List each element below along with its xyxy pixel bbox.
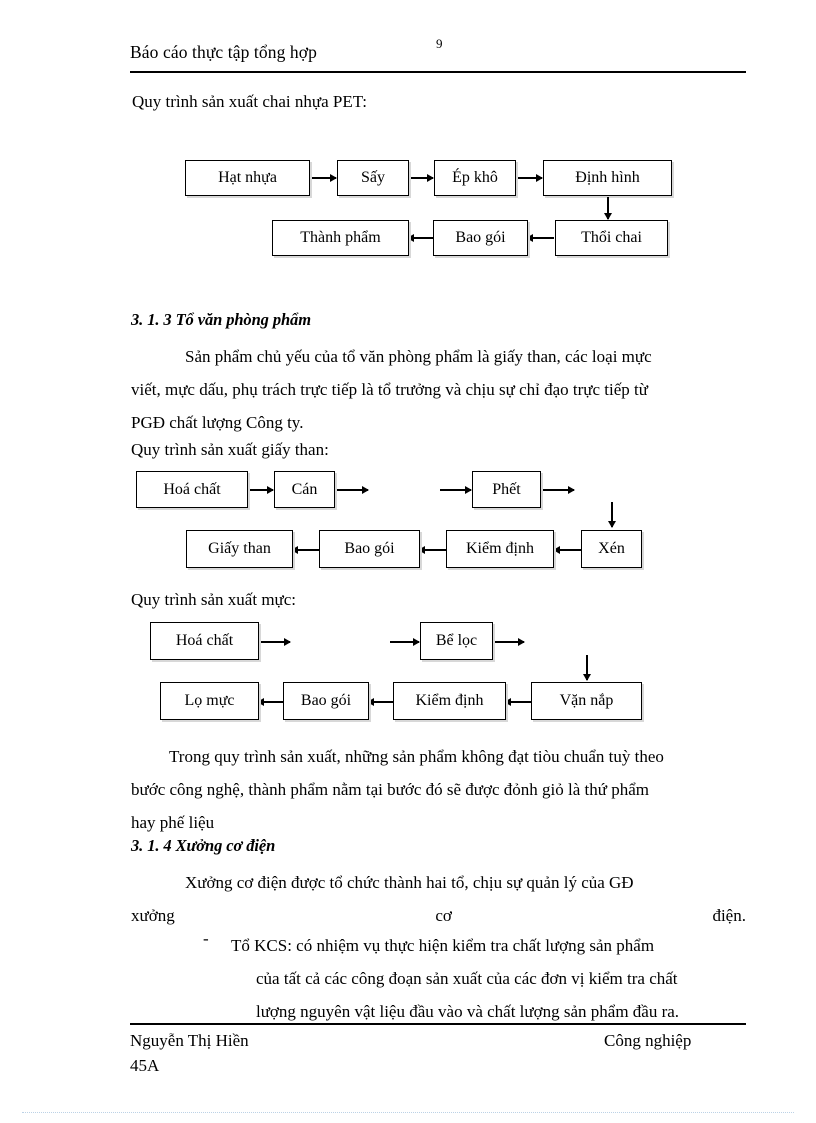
node-lo-muc: Lọ mực (160, 682, 259, 720)
node-say: Sấy (337, 160, 409, 196)
footer-class: 45A (130, 1056, 160, 1075)
list-item-marker: - (203, 929, 209, 948)
arrow-bao-goi-to-thanh-pham (408, 237, 434, 239)
node-bao-goi-gt: Bao gói (319, 530, 420, 568)
arrow-hoa-chat-to-can (250, 489, 273, 491)
arrow-bao-goi-to-lo-muc (258, 701, 284, 703)
arrow-xen-to-kiem-dinh (554, 549, 582, 551)
paragraph-line: Trong quy trình sản xuất, những sản phẩm… (169, 747, 664, 766)
node-hoa-chat-muc: Hoá chất (150, 622, 259, 660)
footer-divider (130, 1023, 746, 1025)
arrow-incoming-phet (440, 489, 471, 491)
footer-author: Nguyễn Thị Hiền (130, 1031, 249, 1050)
node-bao-goi-muc: Bao gói (283, 682, 369, 720)
page-number: 9 (436, 36, 443, 51)
paragraph-word: xưởng (131, 906, 175, 925)
node-hat-nhua: Hạt nhựa (185, 160, 310, 196)
arrow-dinh-hinh-to-thoi-chai (607, 197, 609, 219)
node-thoi-chai: Thổi chai (555, 220, 668, 256)
arrow-down-to-xen (611, 502, 613, 527)
paragraph-line: hay phế liệu (131, 813, 215, 832)
arrow-down-to-van-nap (586, 655, 588, 680)
node-phet: Phết (472, 471, 541, 508)
node-dinh-hinh: Định hình (543, 160, 672, 196)
header-title: Báo cáo thực tập tổng hợp (130, 42, 317, 62)
paragraph-line: viết, mực dấu, phụ trách trực tiếp là tổ… (131, 380, 648, 399)
header-divider (130, 71, 746, 73)
arrow-kiem-dinh-to-bao-goi-muc (368, 701, 394, 703)
node-ep-kho: Ép khô (434, 160, 516, 196)
paragraph-quy-trinh: Trong quy trình sản xuất, những sản phẩm… (131, 740, 746, 839)
node-thanh-pham: Thành phẩm (272, 220, 409, 256)
node-can: Cán (274, 471, 335, 508)
node-kiem-dinh-muc: Kiểm định (393, 682, 506, 720)
arrow-ep-kho-to-dinh-hinh (518, 177, 542, 179)
arrow-can-outgoing (337, 489, 368, 491)
arrow-say-to-ep-kho (411, 177, 433, 179)
node-van-nap: Vặn nắp (531, 682, 642, 720)
lead-muc-process: Quy trình sản xuất mực: (131, 590, 297, 609)
lead-giay-than-process: Quy trình sản xuất giấy than: (131, 440, 329, 459)
paragraph-word: cơ (435, 906, 452, 925)
list-item: Tổ KCS: có nhiệm vụ thực hiện kiểm tra c… (231, 929, 746, 1028)
node-kiem-dinh-gt: Kiểm định (446, 530, 554, 568)
node-bao-goi-pet: Bao gói (433, 220, 528, 256)
heading-3-1-4: 3. 1. 4 Xưởng cơ điện (131, 836, 276, 855)
paragraph-word: điện. (712, 906, 746, 925)
page-bottom-dotted-line (22, 1112, 794, 1113)
arrow-hoa-chat-muc-outgoing (261, 641, 290, 643)
lead-pet-process: Quy trình sản xuất chai nhựa PET: (132, 92, 367, 111)
paragraph-line: Sản phẩm chủ yếu của tổ văn phòng phẩm l… (185, 347, 652, 366)
arrow-hat-nhua-to-say (312, 177, 336, 179)
paragraph-line: PGĐ chất lượng Công ty. (131, 413, 304, 432)
list-item-line: của tất cả các công đoạn sản xuất của cá… (256, 969, 678, 988)
arrow-phet-outgoing (543, 489, 574, 491)
node-hoa-chat-gt: Hoá chất (136, 471, 248, 508)
page-header: Báo cáo thực tập tổng hợp 9 (130, 36, 746, 66)
document-page: Báo cáo thực tập tổng hợp 9 Quy trình sả… (0, 0, 816, 1123)
node-xen: Xén (581, 530, 642, 568)
arrow-van-nap-to-kiem-dinh (505, 701, 532, 703)
arrow-be-loc-outgoing (495, 641, 524, 643)
arrow-thoi-chai-to-bao-goi (527, 237, 554, 239)
paragraph-line: bước công nghệ, thành phẩm nằm tại bước … (131, 780, 649, 799)
paragraph-line-justified: xưởng cơ điện. (131, 899, 746, 932)
paragraph-3-1-4: Xưởng cơ điện được tổ chức thành hai tổ,… (131, 866, 746, 932)
footer-department: Công nghiệp (604, 1031, 692, 1050)
arrow-kiem-dinh-to-bao-goi-gt (419, 549, 447, 551)
arrow-incoming-be-loc (390, 641, 419, 643)
arrow-bao-goi-to-giay-than (292, 549, 320, 551)
heading-3-1-3: 3. 1. 3 Tổ văn phòng phẩm (131, 310, 311, 329)
list-item-line: Tổ KCS: có nhiệm vụ thực hiện kiểm tra c… (231, 936, 655, 955)
paragraph-line: Xưởng cơ điện được tổ chức thành hai tổ,… (185, 873, 634, 892)
node-be-loc: Bể lọc (420, 622, 493, 660)
paragraph-3-1-3: Sản phẩm chủ yếu của tổ văn phòng phẩm l… (131, 340, 746, 439)
node-giay-than: Giấy than (186, 530, 293, 568)
